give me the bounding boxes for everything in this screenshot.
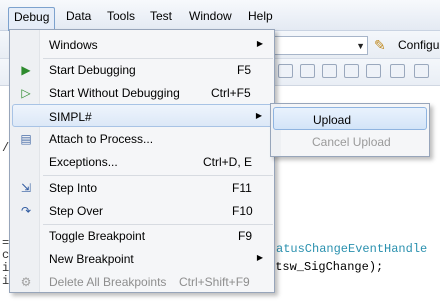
- menu-item-label: Attach to Process...: [49, 132, 154, 146]
- menu-item-simpl-sharp[interactable]: SIMPL# ▶: [12, 104, 273, 127]
- indent-icon[interactable]: [414, 64, 429, 78]
- menu-item-shortcut: F9: [238, 229, 253, 243]
- submenu-arrow-icon: ▶: [256, 39, 263, 48]
- step-into-icon: ⇲: [20, 181, 32, 195]
- bookmark-icon[interactable]: [322, 64, 337, 78]
- delete-breakpoints-icon: ⚙: [20, 275, 32, 289]
- menu-item-new-breakpoint[interactable]: New Breakpoint ▶: [11, 247, 273, 270]
- next-bookmark-icon[interactable]: [366, 64, 381, 78]
- menu-item-label: Upload: [313, 113, 352, 127]
- menu-item-cancel-upload[interactable]: Cancel Upload: [273, 130, 427, 153]
- step-over-icon: ↷: [20, 204, 32, 218]
- menu-item-start-debugging[interactable]: ▶ Start Debugging F5: [11, 58, 273, 81]
- play-icon: ▶: [21, 63, 31, 77]
- menu-help[interactable]: Help: [243, 7, 278, 25]
- simpl-submenu: Upload Cancel Upload: [270, 103, 430, 157]
- attach-process-icon: ▤: [20, 132, 32, 146]
- menu-item-label: Start Debugging: [49, 63, 136, 77]
- configuration-label: Configu: [398, 38, 440, 52]
- menu-item-shortcut: F10: [232, 204, 253, 218]
- menu-item-upload[interactable]: Upload: [273, 107, 427, 130]
- menu-item-step-over[interactable]: ↷ Step Over F10: [11, 199, 273, 222]
- menu-item-label: Step Over: [49, 204, 104, 218]
- submenu-arrow-icon: ▶: [256, 253, 263, 262]
- menu-item-label: Cancel Upload: [312, 135, 391, 149]
- menu-window[interactable]: Window: [184, 7, 237, 25]
- menu-item-label: Toggle Breakpoint: [49, 229, 146, 243]
- menu-item-windows[interactable]: Windows ▶: [11, 33, 273, 56]
- menu-item-shortcut: F11: [232, 181, 252, 195]
- outdent-icon[interactable]: [390, 64, 405, 78]
- play-outline-icon: ▷: [21, 86, 31, 100]
- comment-icon[interactable]: [278, 64, 293, 78]
- menu-debug[interactable]: Debug: [8, 7, 56, 31]
- menu-item-step-into[interactable]: ⇲ Step Into F11: [11, 176, 273, 199]
- configuration-manager-icon[interactable]: ✎: [374, 37, 394, 55]
- menu-item-label: Windows: [49, 38, 98, 52]
- menu-item-start-without-debugging[interactable]: ▷ Start Without Debugging Ctrl+F5: [11, 81, 273, 104]
- menu-item-shortcut: Ctrl+Shift+F9: [179, 275, 250, 289]
- menu-tools[interactable]: Tools: [102, 7, 140, 25]
- menu-data[interactable]: Data: [61, 7, 96, 25]
- menu-item-attach-to-process[interactable]: ▤ Attach to Process...: [11, 127, 273, 150]
- menu-item-shortcut: Ctrl+F5: [211, 86, 251, 100]
- solution-platform-combo[interactable]: ▼: [270, 36, 368, 55]
- menu-bar: Debug Data Tools Test Window Help: [0, 0, 440, 31]
- submenu-arrow-icon: ▶: [255, 111, 262, 120]
- menu-item-label: Delete All Breakpoints: [49, 275, 167, 289]
- code-line: (tsw_SigChange);: [268, 260, 384, 274]
- menu-item-shortcut: F5: [237, 63, 252, 77]
- menu-item-shortcut: Ctrl+D, E: [203, 155, 253, 169]
- code-line: atusChangeEventHandle: [276, 242, 428, 256]
- menu-item-label: SIMPL#: [49, 110, 92, 124]
- menu-item-toggle-breakpoint[interactable]: Toggle Breakpoint F9: [11, 224, 273, 247]
- prev-bookmark-icon[interactable]: [344, 64, 359, 78]
- menu-item-exceptions[interactable]: Exceptions... Ctrl+D, E: [11, 150, 273, 173]
- menu-item-label: Step Into: [49, 181, 98, 195]
- uncomment-icon[interactable]: [300, 64, 315, 78]
- menu-item-label: Exceptions...: [49, 155, 118, 169]
- menu-item-label: New Breakpoint: [49, 252, 134, 266]
- menu-item-label: Start Without Debugging: [49, 86, 180, 100]
- menu-test[interactable]: Test: [145, 7, 177, 25]
- menu-item-delete-all-breakpoints[interactable]: ⚙ Delete All Breakpoints Ctrl+Shift+F9: [11, 270, 273, 293]
- debug-menu: Windows ▶ ▶ Start Debugging F5 ▷ Start W…: [9, 29, 275, 293]
- chevron-down-icon: ▼: [356, 41, 365, 51]
